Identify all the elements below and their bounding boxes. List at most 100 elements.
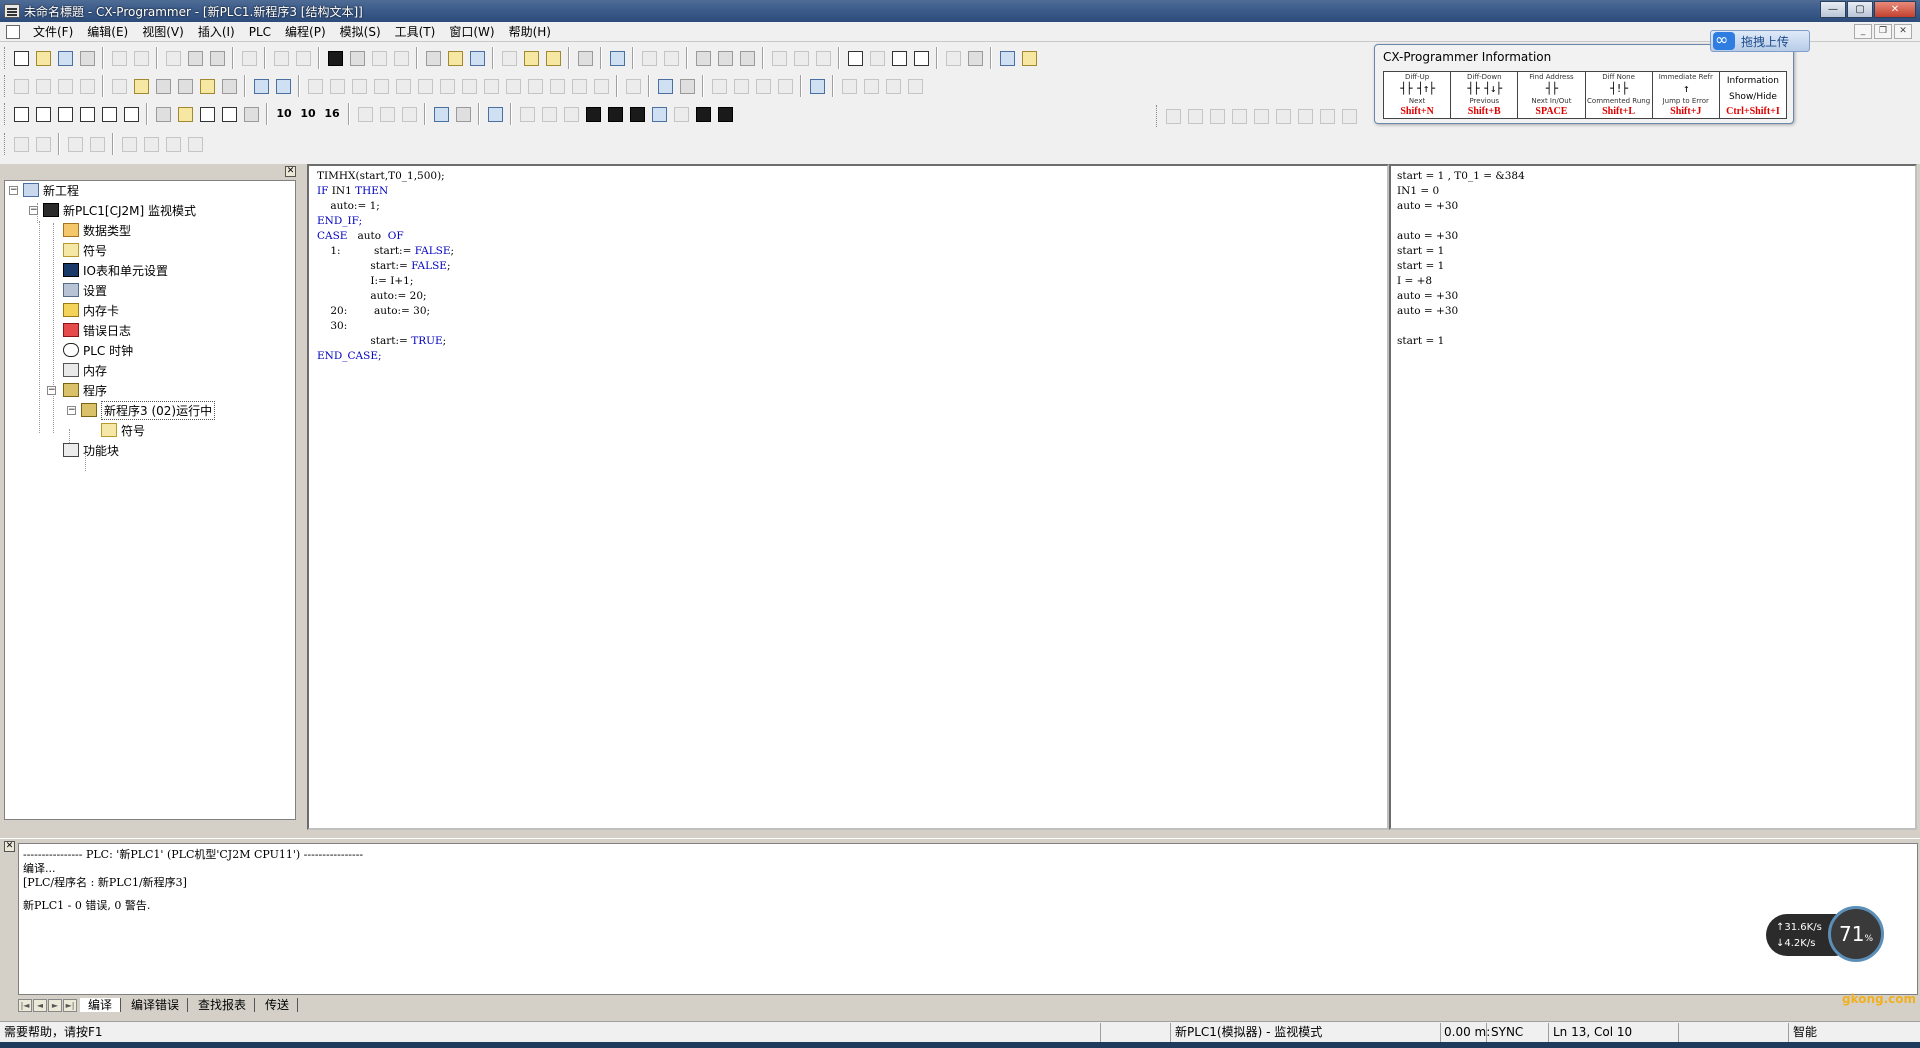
tree-item-memory-card[interactable]: 内存卡 — [63, 301, 119, 319]
address-ref-icon[interactable] — [391, 48, 411, 68]
space-vertical-icon[interactable] — [1317, 106, 1337, 126]
copy-icon[interactable] — [185, 48, 205, 68]
memory-icon[interactable] — [839, 76, 859, 96]
instruction-icon[interactable] — [503, 76, 523, 96]
coil-icon[interactable] — [459, 76, 479, 96]
maximize-button[interactable]: ▢ — [1847, 1, 1873, 18]
ladder-window-icon[interactable] — [33, 104, 53, 124]
save-icon[interactable] — [55, 48, 75, 68]
shortcut-next-in-out[interactable]: Find Address ┤├ Next In/Out SPACE — [1518, 72, 1586, 118]
step-out-icon[interactable] — [791, 48, 811, 68]
undo-icon[interactable] — [271, 48, 291, 68]
distribute-icon[interactable] — [1339, 106, 1359, 126]
expand-toggle[interactable]: − — [47, 386, 56, 395]
tree-item-error-log[interactable]: 错误日志 — [63, 321, 131, 339]
mdi-minimize-button[interactable]: _ — [1854, 24, 1872, 39]
online-edit-icon[interactable] — [997, 48, 1017, 68]
zoom-cut-icon[interactable] — [33, 76, 53, 96]
toolbar-grip[interactable] — [4, 103, 7, 125]
online-edit-end-icon[interactable] — [1019, 48, 1039, 68]
expand-toggle[interactable]: − — [29, 206, 38, 215]
decimal-display-button[interactable]: 10 — [273, 104, 295, 124]
tree-item-data-types[interactable]: 数据类型 — [63, 221, 131, 239]
io-table-icon[interactable] — [807, 76, 827, 96]
tree-item-symbols[interactable]: 符号 — [63, 241, 107, 259]
sim-step-icon[interactable] — [709, 76, 729, 96]
menu-insert[interactable]: 插入(I) — [191, 22, 242, 42]
window-grid-icon[interactable] — [867, 48, 887, 68]
tree-item-program-symbols[interactable]: 符号 — [101, 421, 145, 439]
memory-clear-icon[interactable] — [883, 76, 903, 96]
sim-run-icon[interactable] — [517, 104, 537, 124]
watch-window-icon[interactable] — [77, 104, 97, 124]
contact-no-icon[interactable] — [327, 76, 347, 96]
bookmark-next-icon[interactable] — [141, 134, 161, 154]
align-top-icon[interactable] — [1229, 106, 1249, 126]
st-code-editor[interactable]: TIMHX(start,T0_1,500); IF IN1 THEN auto:… — [307, 164, 1389, 830]
monitor-icon[interactable] — [543, 48, 563, 68]
sim-watch-icon[interactable] — [753, 76, 773, 96]
menu-program[interactable]: 编程(P) — [278, 22, 333, 42]
online-toggle-icon[interactable] — [431, 104, 451, 124]
rung-up-icon[interactable] — [693, 48, 713, 68]
tab-next-button[interactable]: ► — [48, 998, 62, 1012]
toolbar-grip[interactable] — [4, 47, 7, 69]
menu-plc[interactable]: PLC — [242, 22, 278, 42]
rung-edit-icon[interactable] — [965, 48, 985, 68]
window-tile-icon[interactable] — [911, 48, 931, 68]
address-window-icon[interactable] — [99, 104, 119, 124]
symbol-comment-icon[interactable] — [175, 104, 195, 124]
run-to-end-icon[interactable] — [715, 104, 735, 124]
pin-icon[interactable] — [525, 76, 545, 96]
memory-compare-icon[interactable] — [861, 76, 881, 96]
properties-window-icon[interactable] — [121, 104, 141, 124]
monitor-toggle-icon[interactable] — [453, 104, 473, 124]
menu-edit[interactable]: 编辑(E) — [80, 22, 135, 42]
global-symbol-icon[interactable] — [219, 104, 239, 124]
contact-or-icon[interactable] — [371, 76, 391, 96]
operating-mode-icon[interactable] — [485, 104, 505, 124]
tab-transfer[interactable]: 传送 — [257, 998, 299, 1012]
context-help-icon[interactable] — [467, 48, 487, 68]
compare-plc-icon[interactable] — [399, 104, 419, 124]
rung-down-icon[interactable] — [715, 48, 735, 68]
tree-item-settings[interactable]: 设置 — [63, 281, 107, 299]
fb-icon[interactable] — [623, 76, 643, 96]
tree-item-io-table[interactable]: IO表和单元设置 — [63, 261, 168, 279]
io-comment-icon[interactable] — [241, 104, 261, 124]
menu-file[interactable]: 文件(F) — [26, 22, 80, 42]
zoom-in-icon[interactable] — [55, 76, 75, 96]
transfer-icon[interactable] — [575, 48, 595, 68]
play-icon[interactable] — [561, 104, 581, 124]
space-horizontal-icon[interactable] — [1295, 106, 1315, 126]
zoom-icon[interactable] — [11, 76, 31, 96]
upload-icon[interactable] — [355, 104, 375, 124]
shortcut-commented-rung[interactable]: Diff None ┤!├ Commented Rung Shift+L — [1586, 72, 1653, 118]
bookmark-icon[interactable] — [119, 134, 139, 154]
rung-icon[interactable] — [943, 48, 963, 68]
sim-break-icon[interactable] — [731, 76, 751, 96]
window-split-icon[interactable] — [889, 48, 909, 68]
local-symbol-icon[interactable] — [197, 104, 217, 124]
fast-forward-icon[interactable] — [693, 104, 713, 124]
st-icon[interactable] — [273, 76, 293, 96]
contact-nc-icon[interactable] — [349, 76, 369, 96]
tab-last-button[interactable]: ►| — [63, 998, 77, 1012]
online-icon[interactable] — [521, 48, 541, 68]
menu-simulation[interactable]: 模拟(S) — [333, 22, 388, 42]
rung-comment-icon[interactable] — [153, 104, 173, 124]
close-button[interactable]: ✕ — [1874, 1, 1916, 18]
paste-icon[interactable] — [207, 48, 227, 68]
list-icon[interactable] — [153, 76, 173, 96]
print-icon[interactable] — [109, 48, 129, 68]
tree-item-plc[interactable]: 新PLC1[CJ2M] 监视模式 — [43, 201, 196, 219]
sfc-icon[interactable] — [251, 76, 271, 96]
horizontal-line-icon[interactable] — [437, 76, 457, 96]
delete-icon[interactable] — [239, 48, 259, 68]
menu-help[interactable]: 帮助(H) — [502, 22, 558, 42]
project-window-icon[interactable] — [11, 104, 31, 124]
comment-icon[interactable] — [131, 76, 151, 96]
stop-icon[interactable] — [583, 104, 603, 124]
shortcut-previous[interactable]: Diff-Down ┤├ ┤↓├ Previous Shift+B — [1451, 72, 1519, 118]
window-icon[interactable] — [845, 48, 865, 68]
